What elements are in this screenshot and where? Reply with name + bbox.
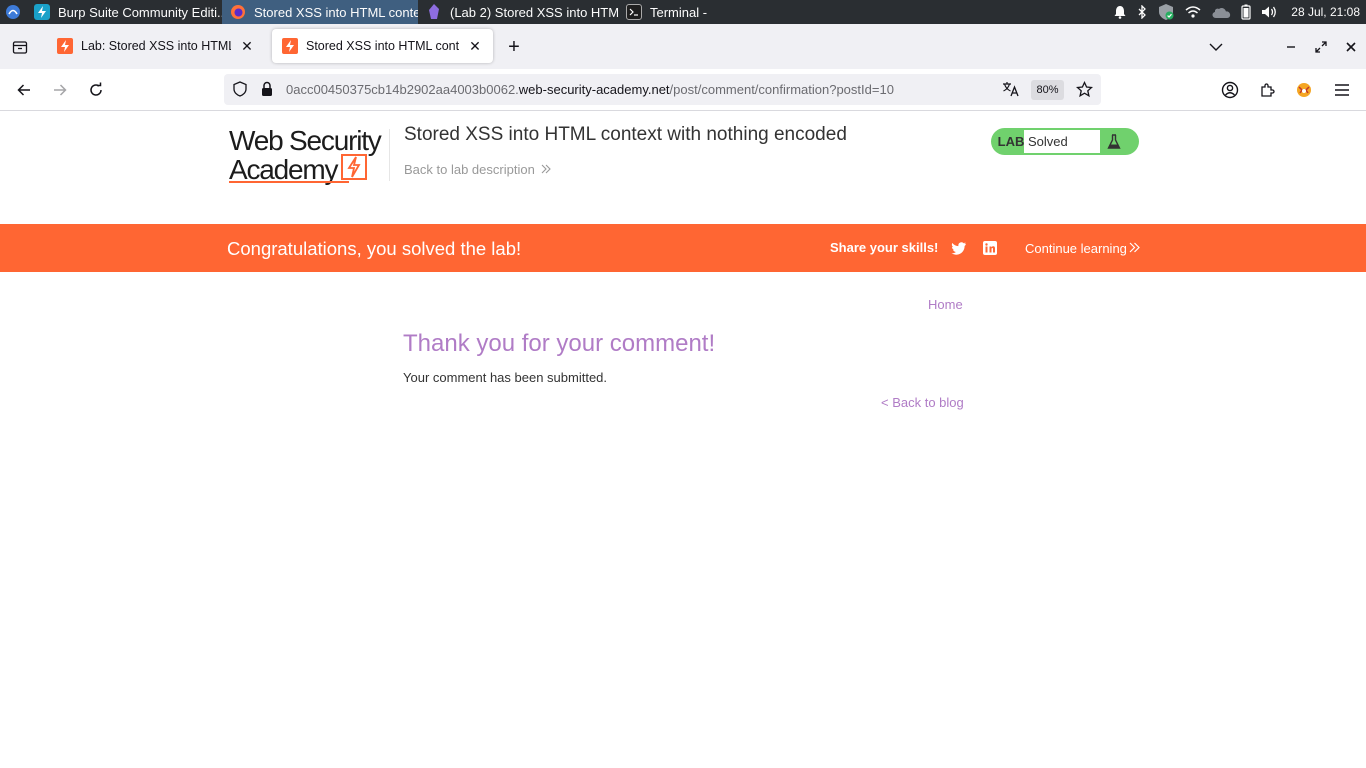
- minimize-icon[interactable]: [1282, 38, 1300, 56]
- close-window-icon[interactable]: [1342, 38, 1360, 56]
- restore-icon[interactable]: [1312, 38, 1330, 56]
- task-label: (Lab 2) Stored XSS into HTM...: [450, 4, 618, 20]
- lab-title: Stored XSS into HTML context with nothin…: [404, 124, 847, 145]
- continue-learning-link[interactable]: Continue learning: [1025, 241, 1140, 256]
- tracking-protection-shield-icon[interactable]: [232, 81, 248, 100]
- list-all-tabs-chevron-icon[interactable]: [1207, 38, 1225, 56]
- lab-status-widget: LAB Solved: [991, 128, 1139, 155]
- vpn-shield-icon[interactable]: [1157, 3, 1175, 21]
- lock-icon[interactable]: [260, 81, 274, 100]
- terminal-icon: [626, 4, 642, 20]
- navigation-toolbar: 0acc00450375cb14b2902aa4003b0062.web-sec…: [0, 69, 1366, 111]
- bluetooth-icon[interactable]: [1137, 5, 1147, 19]
- zoom-level-badge[interactable]: 80%: [1031, 80, 1064, 100]
- app-launcher-icon[interactable]: [0, 0, 26, 24]
- task-obsidian[interactable]: (Lab 2) Stored XSS into HTM...: [418, 0, 618, 24]
- double-chevron-icon: [541, 162, 551, 177]
- tab-title: Lab: Stored XSS into HTML context with n…: [81, 39, 231, 53]
- back-to-blog-link[interactable]: < Back to blog: [881, 395, 964, 410]
- battery-icon[interactable]: [1241, 4, 1251, 20]
- confirmation-text: Your comment has been submitted.: [403, 370, 608, 385]
- tab-stored-xss[interactable]: Stored XSS into HTML context with nothin…: [272, 29, 493, 63]
- burp-icon: [34, 4, 50, 20]
- extensions-puzzle-icon[interactable]: [1257, 80, 1277, 100]
- task-burp-suite[interactable]: Burp Suite Community Editi...: [26, 0, 222, 24]
- twitter-icon[interactable]: [951, 240, 967, 256]
- task-label: Terminal -: [650, 4, 708, 20]
- bookmark-star-icon[interactable]: [1075, 80, 1094, 101]
- logo-underline: [229, 181, 349, 183]
- obsidian-icon: [426, 4, 442, 20]
- share-skills-label: Share your skills!: [830, 240, 939, 255]
- linkedin-icon[interactable]: [982, 240, 998, 256]
- logo-line-1: Web Security: [229, 125, 382, 156]
- firefox-view-icon[interactable]: [0, 24, 40, 69]
- task-firefox[interactable]: Stored XSS into HTML conte...: [222, 0, 418, 24]
- task-label: Burp Suite Community Editi...: [58, 4, 222, 20]
- academy-favicon-icon: [57, 38, 73, 54]
- task-label: Stored XSS into HTML conte...: [254, 4, 418, 20]
- notifications-icon[interactable]: [1113, 5, 1127, 19]
- tab-title: Stored XSS into HTML context with nothin…: [306, 39, 459, 53]
- translate-icon[interactable]: [1002, 81, 1020, 100]
- foxyproxy-extension-icon[interactable]: [1294, 80, 1314, 100]
- academy-bolt-icon: [341, 154, 368, 184]
- os-taskbar: Burp Suite Community Editi... Stored XSS…: [0, 0, 1366, 24]
- home-link[interactable]: Home: [928, 297, 963, 312]
- address-bar[interactable]: 0acc00450375cb14b2902aa4003b0062.web-sec…: [224, 74, 1101, 105]
- back-arrow-icon[interactable]: [14, 80, 34, 100]
- url-text[interactable]: 0acc00450375cb14b2902aa4003b0062.web-sec…: [286, 82, 894, 97]
- forward-arrow-icon[interactable]: [50, 80, 70, 100]
- browser-tab-strip: Lab: Stored XSS into HTML context with n…: [0, 24, 1366, 69]
- logo-line-2: Academy: [229, 154, 389, 184]
- double-chevron-icon: [1129, 241, 1140, 256]
- header-divider: [389, 129, 390, 181]
- flask-icon: [1104, 131, 1124, 152]
- academy-favicon-icon: [282, 38, 298, 54]
- tab-lab-description[interactable]: Lab: Stored XSS into HTML context with n…: [47, 29, 265, 63]
- cloud-icon[interactable]: [1211, 5, 1231, 19]
- task-terminal[interactable]: Terminal -: [618, 0, 718, 24]
- system-tray: 28 Jul, 21:08: [1113, 0, 1366, 24]
- volume-icon[interactable]: [1261, 5, 1279, 19]
- reload-icon[interactable]: [86, 80, 106, 100]
- web-page: Web Security Academy Stored XSS into HTM…: [0, 111, 1366, 768]
- new-tab-plus-icon[interactable]: +: [503, 36, 525, 58]
- wifi-icon[interactable]: [1185, 5, 1201, 19]
- lab-status-value: Solved: [1024, 130, 1100, 153]
- account-icon[interactable]: [1220, 80, 1240, 100]
- congratulations-message: Congratulations, you solved the lab!: [227, 238, 522, 259]
- close-tab-icon[interactable]: ✕: [239, 38, 255, 54]
- close-tab-icon[interactable]: ✕: [467, 38, 483, 54]
- back-to-lab-description-link[interactable]: Back to lab description: [404, 162, 551, 177]
- firefox-icon: [230, 4, 246, 20]
- hamburger-menu-icon[interactable]: [1332, 80, 1352, 100]
- solved-notification-banner: Congratulations, you solved the lab! Sha…: [0, 224, 1366, 272]
- web-security-academy-logo[interactable]: Web Security Academy: [229, 127, 389, 187]
- page-heading: Thank you for your comment!: [403, 330, 716, 357]
- clock[interactable]: 28 Jul, 21:08: [1291, 5, 1360, 19]
